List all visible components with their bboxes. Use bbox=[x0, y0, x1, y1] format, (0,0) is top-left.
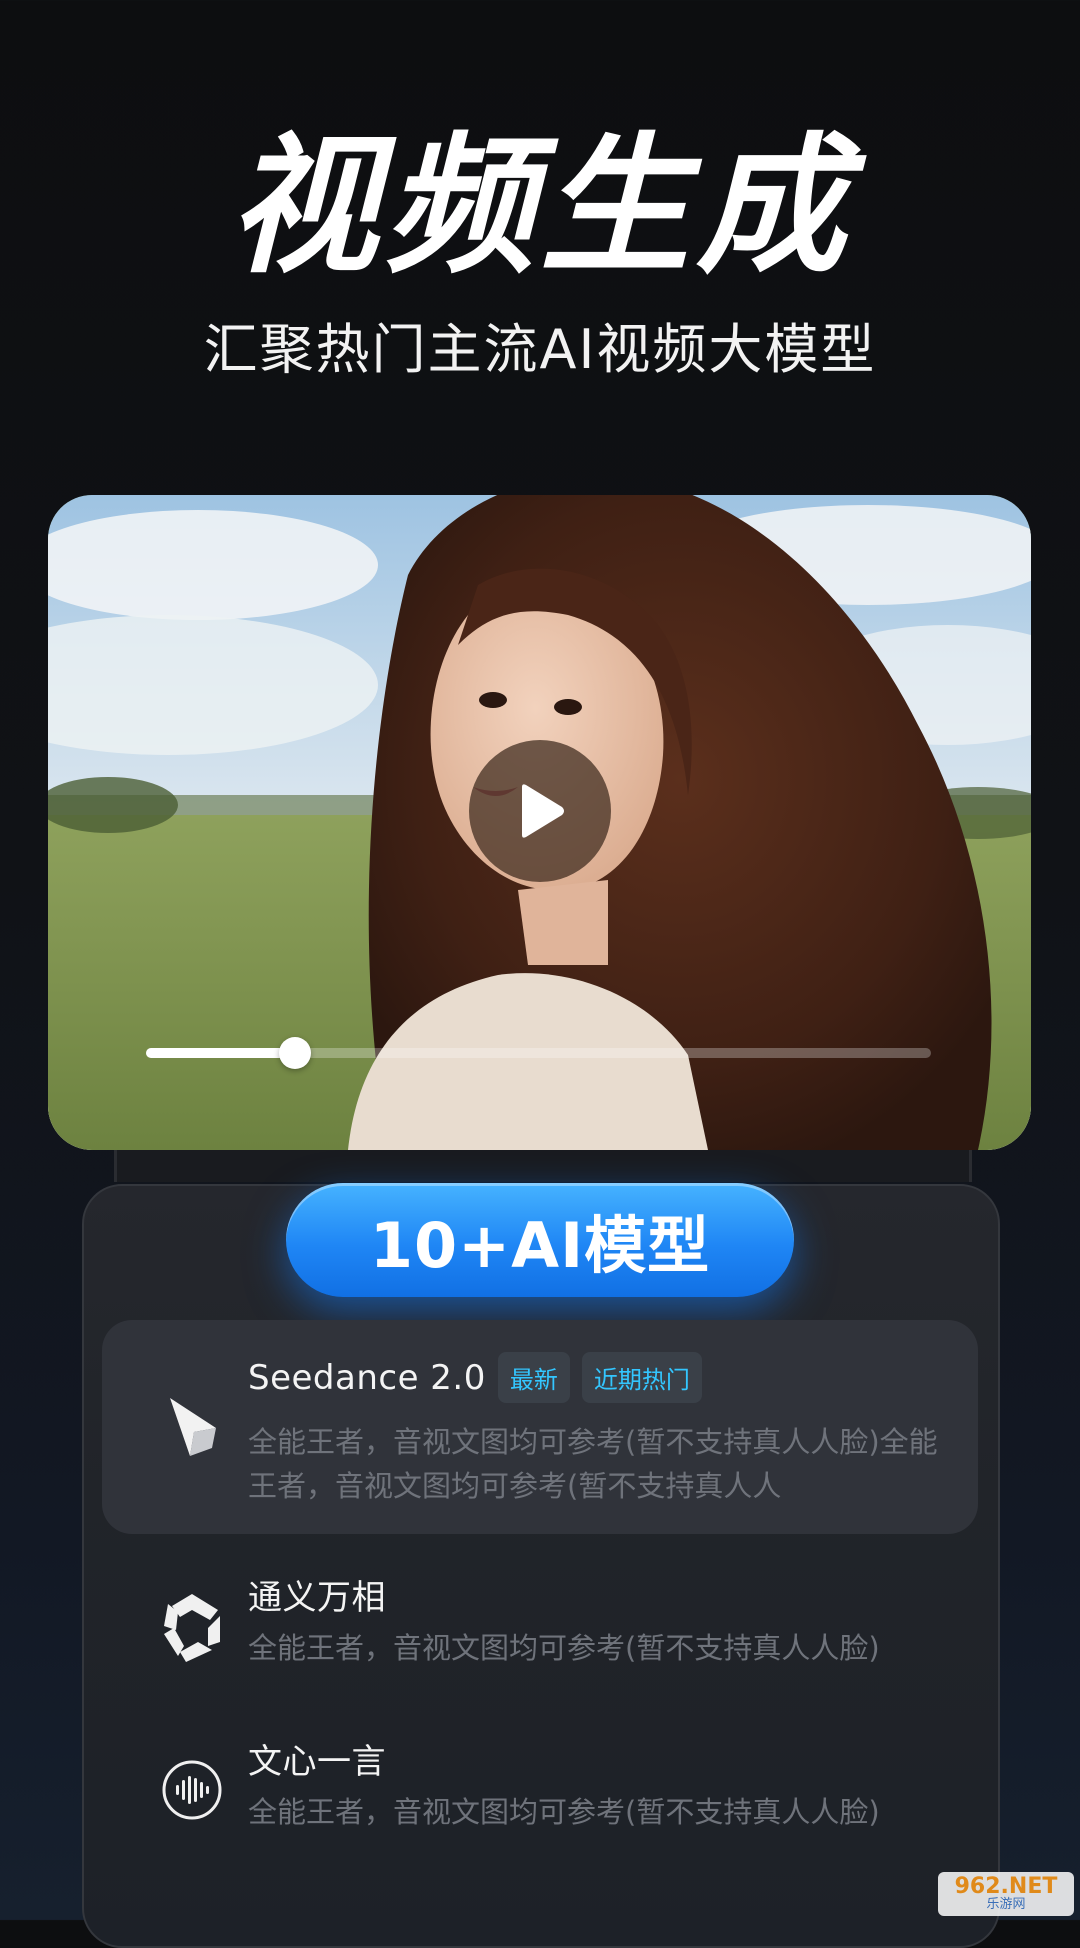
watermark-logo: 962.NET bbox=[954, 1874, 1058, 1899]
hero-title: 视频生成 bbox=[227, 120, 852, 294]
video-stack-edge bbox=[114, 1148, 972, 1182]
model-item-tongyi[interactable]: 通义万相 全能王者，音视文图均可参考(暂不支持真人人脸) bbox=[102, 1560, 978, 1690]
site-watermark: 962.NET 乐游网 bbox=[938, 1872, 1074, 1916]
play-button[interactable] bbox=[469, 740, 611, 882]
tongyi-icon bbox=[164, 1594, 220, 1662]
model-name: Seedance 2.0 bbox=[248, 1357, 486, 1398]
model-name: 通义万相 bbox=[248, 1578, 386, 1618]
hero-subtitle: 汇聚热门主流AI视频大模型 bbox=[203, 318, 877, 381]
model-title-line: Seedance 2.0 最新 近期热门 bbox=[248, 1352, 702, 1403]
model-title-line: 文心一言 bbox=[248, 1734, 386, 1783]
video-progress-bar[interactable] bbox=[146, 1037, 931, 1069]
watermark-caption: 乐游网 bbox=[986, 1897, 1026, 1912]
model-description: 全能王者，音视文图均可参考(暂不支持真人人脸)全能王者，音视文图均可参考(暂不支… bbox=[248, 1425, 938, 1503]
model-name: 文心一言 bbox=[248, 1742, 386, 1782]
model-description: 全能王者，音视文图均可参考(暂不支持真人人脸) bbox=[248, 1631, 880, 1665]
model-item-wenxin[interactable]: 文心一言 全能王者，音视文图均可参考(暂不支持真人人脸) bbox=[102, 1728, 978, 1858]
badge-newest: 最新 bbox=[497, 1352, 570, 1403]
video-preview[interactable] bbox=[48, 495, 1031, 1150]
model-description: 全能王者，音视文图均可参考(暂不支持真人人脸) bbox=[248, 1795, 880, 1829]
seedance-icon bbox=[170, 1398, 216, 1456]
models-count-button[interactable]: 10+AI模型 bbox=[286, 1183, 794, 1297]
video-progress-thumb[interactable] bbox=[279, 1037, 312, 1069]
wenxin-icon bbox=[162, 1760, 222, 1820]
badge-trending: 近期热门 bbox=[581, 1352, 702, 1403]
model-title-line: 通义万相 bbox=[248, 1570, 386, 1619]
play-icon bbox=[522, 784, 564, 838]
video-progress-fill bbox=[146, 1048, 296, 1058]
model-item-seedance[interactable]: Seedance 2.0 最新 近期热门 全能王者，音视文图均可参考(暂不支持真… bbox=[102, 1320, 978, 1534]
